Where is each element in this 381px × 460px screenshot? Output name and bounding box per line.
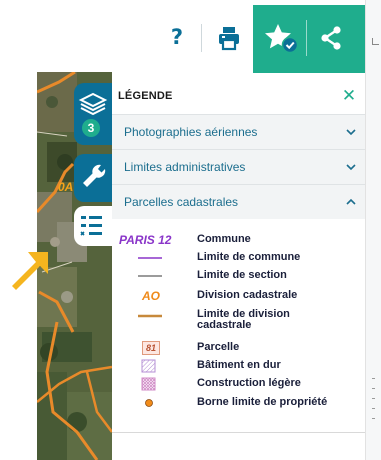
legend-item-label: Borne limite de propriété — [197, 396, 328, 408]
scroll-tick — [372, 398, 375, 399]
section-label: Parcelles cadastrales — [124, 195, 239, 209]
toolbar-divider — [201, 24, 202, 52]
scroll-tick — [372, 388, 375, 389]
commune-line-symbol — [138, 257, 162, 259]
legend-items: PARIS 12 Commune Limite de commune Limit… — [112, 221, 365, 431]
help-button[interactable]: ? — [166, 22, 188, 52]
legend-item-limite-commune: Limite de commune — [112, 251, 365, 265]
map-parcel-label: 0A — [58, 180, 74, 194]
legend-item-label: Limite de commune — [197, 251, 301, 263]
layers-count-badge: 3 — [82, 119, 100, 137]
printer-icon — [219, 27, 239, 51]
legend-bottom-divider — [112, 432, 365, 433]
boundary-marker-symbol — [145, 399, 153, 407]
legend-button[interactable] — [74, 206, 112, 246]
legend-item-label: Commune — [197, 233, 251, 245]
scroll-tick — [372, 408, 375, 409]
section-limites[interactable]: Limites administratives — [112, 149, 365, 184]
scroll-tick — [372, 418, 375, 419]
legend-item-label: Division cadastrale — [197, 289, 298, 301]
chevron-down-icon — [346, 129, 356, 136]
wrench-icon — [83, 164, 106, 187]
legend-item-division: AO Division cadastrale — [112, 289, 365, 303]
panel-divider — [306, 20, 307, 56]
section-line-symbol — [138, 275, 162, 277]
parcel-symbol: 81 — [142, 341, 160, 355]
division-symbol: AO — [142, 289, 160, 303]
favorite-button[interactable] — [263, 20, 303, 56]
section-label: Limites administratives — [124, 160, 246, 174]
legend-item-batiment: Bâtiment en dur — [112, 359, 365, 373]
legend-list-icon — [80, 216, 102, 236]
legend-item-label: Limite de division cadastrale — [197, 308, 290, 331]
commune-symbol: PARIS 12 — [119, 233, 172, 247]
share-button[interactable] — [315, 20, 347, 56]
legend-title: LÉGENDE — [118, 90, 173, 102]
layers-icon — [78, 92, 108, 116]
share-icon — [321, 26, 341, 50]
section-photographies[interactable]: Photographies aériennes — [112, 114, 365, 149]
building-hatch-symbol — [141, 359, 156, 373]
chevron-down-icon — [346, 164, 356, 171]
pointer-arrow-icon — [12, 252, 48, 290]
chevron-up-icon — [346, 198, 356, 205]
legend-item-parcelle: 81 Parcelle — [112, 341, 365, 355]
legend-item-construction: Construction légère — [112, 377, 365, 391]
legend-item-borne: Borne limite de propriété — [112, 396, 365, 410]
light-construction-symbol — [141, 377, 156, 391]
close-legend-button[interactable]: ✕ — [338, 85, 360, 107]
legend-header: LÉGENDE ✕ — [112, 80, 365, 112]
legend-item-label: Limite de section — [197, 269, 287, 281]
legend-item-commune: PARIS 12 Commune — [112, 233, 365, 247]
scroll-tick — [372, 378, 375, 379]
legend-item-limite-section: Limite de section — [112, 269, 365, 283]
tools-button[interactable] — [74, 154, 112, 202]
legend-panel: LÉGENDE ✕ Photographies aériennes Limite… — [112, 80, 365, 460]
division-line-symbol — [138, 314, 162, 318]
edge-corner-mark — [372, 38, 379, 45]
section-label: Photographies aériennes — [124, 125, 258, 139]
legend-item-label: Parcelle — [197, 341, 240, 353]
star-check-icon — [265, 24, 299, 54]
legend-item-label: Construction légère — [197, 377, 301, 389]
section-parcelles[interactable]: Parcelles cadastrales — [112, 184, 365, 219]
legend-item-label: Bâtiment en dur — [197, 359, 281, 371]
print-button[interactable] — [214, 24, 244, 52]
legend-item-limite-division: Limite de division cadastrale — [112, 308, 365, 334]
question-icon: ? — [170, 25, 184, 49]
right-edge-panel — [365, 0, 381, 460]
